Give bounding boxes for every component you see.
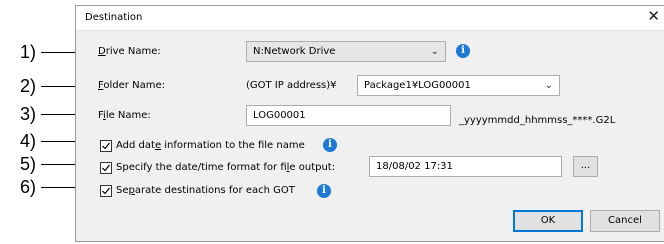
info-icon[interactable]: i [456,44,470,58]
chevron-down-icon: ⌄ [430,46,439,57]
folder-name-select[interactable]: Package1¥LOG00001 ⌄ [357,75,560,96]
drive-name-value: N:Network Drive [253,46,336,57]
callout-number: 4) [19,131,36,151]
file-name-value: LOG00001 [253,110,306,121]
date-format-checkbox[interactable] [100,162,112,174]
date-format-label[interactable]: Specify the date/time format for file ou… [116,162,335,173]
cancel-button[interactable]: Cancel [590,210,660,232]
callout-number: 2) [19,76,36,96]
info-icon[interactable]: i [317,184,331,198]
date-format-input[interactable]: 18/08/02 17:31 [369,156,562,177]
dialog-titlebar: Destination ✕ [76,6,664,31]
chevron-down-icon: ⌄ [544,80,553,91]
separate-destinations-checkbox[interactable] [100,185,112,197]
checkmark-icon [102,164,110,172]
drive-name-select[interactable]: N:Network Drive ⌄ [246,41,446,62]
callout-number: 1) [19,42,36,62]
dialog-title: Destination [85,12,143,23]
separate-destinations-label[interactable]: Separate destinations for each GOT [116,185,295,196]
callout-number: 5) [19,154,36,174]
folder-name-label: Folder Name: [98,80,165,91]
checkmark-icon [102,142,110,150]
date-format-value: 18/08/02 17:31 [376,161,453,172]
folder-name-value: Package1¥LOG00001 [364,80,471,91]
browse-button[interactable]: ... [573,156,598,177]
drive-name-label: Drive Name: [98,46,161,57]
callout-number: 6) [19,177,36,197]
ok-button[interactable]: OK [513,210,583,232]
info-icon[interactable]: i [323,138,337,152]
add-date-label[interactable]: Add date information to the file name [116,140,305,151]
file-name-suffix: _yyyymmdd_hhmmss_****.G2L [459,115,616,126]
callout-number: 3) [19,104,36,124]
folder-prefix-text: (GOT IP address)¥ [246,80,337,91]
add-date-checkbox[interactable] [100,140,112,152]
file-name-input[interactable]: LOG00001 [246,105,451,126]
close-icon[interactable]: ✕ [647,9,660,24]
checkmark-icon [102,187,110,195]
file-name-label: File Name: [98,110,151,121]
destination-dialog: Destination ✕ Drive Name: N:Network Driv… [75,5,664,242]
